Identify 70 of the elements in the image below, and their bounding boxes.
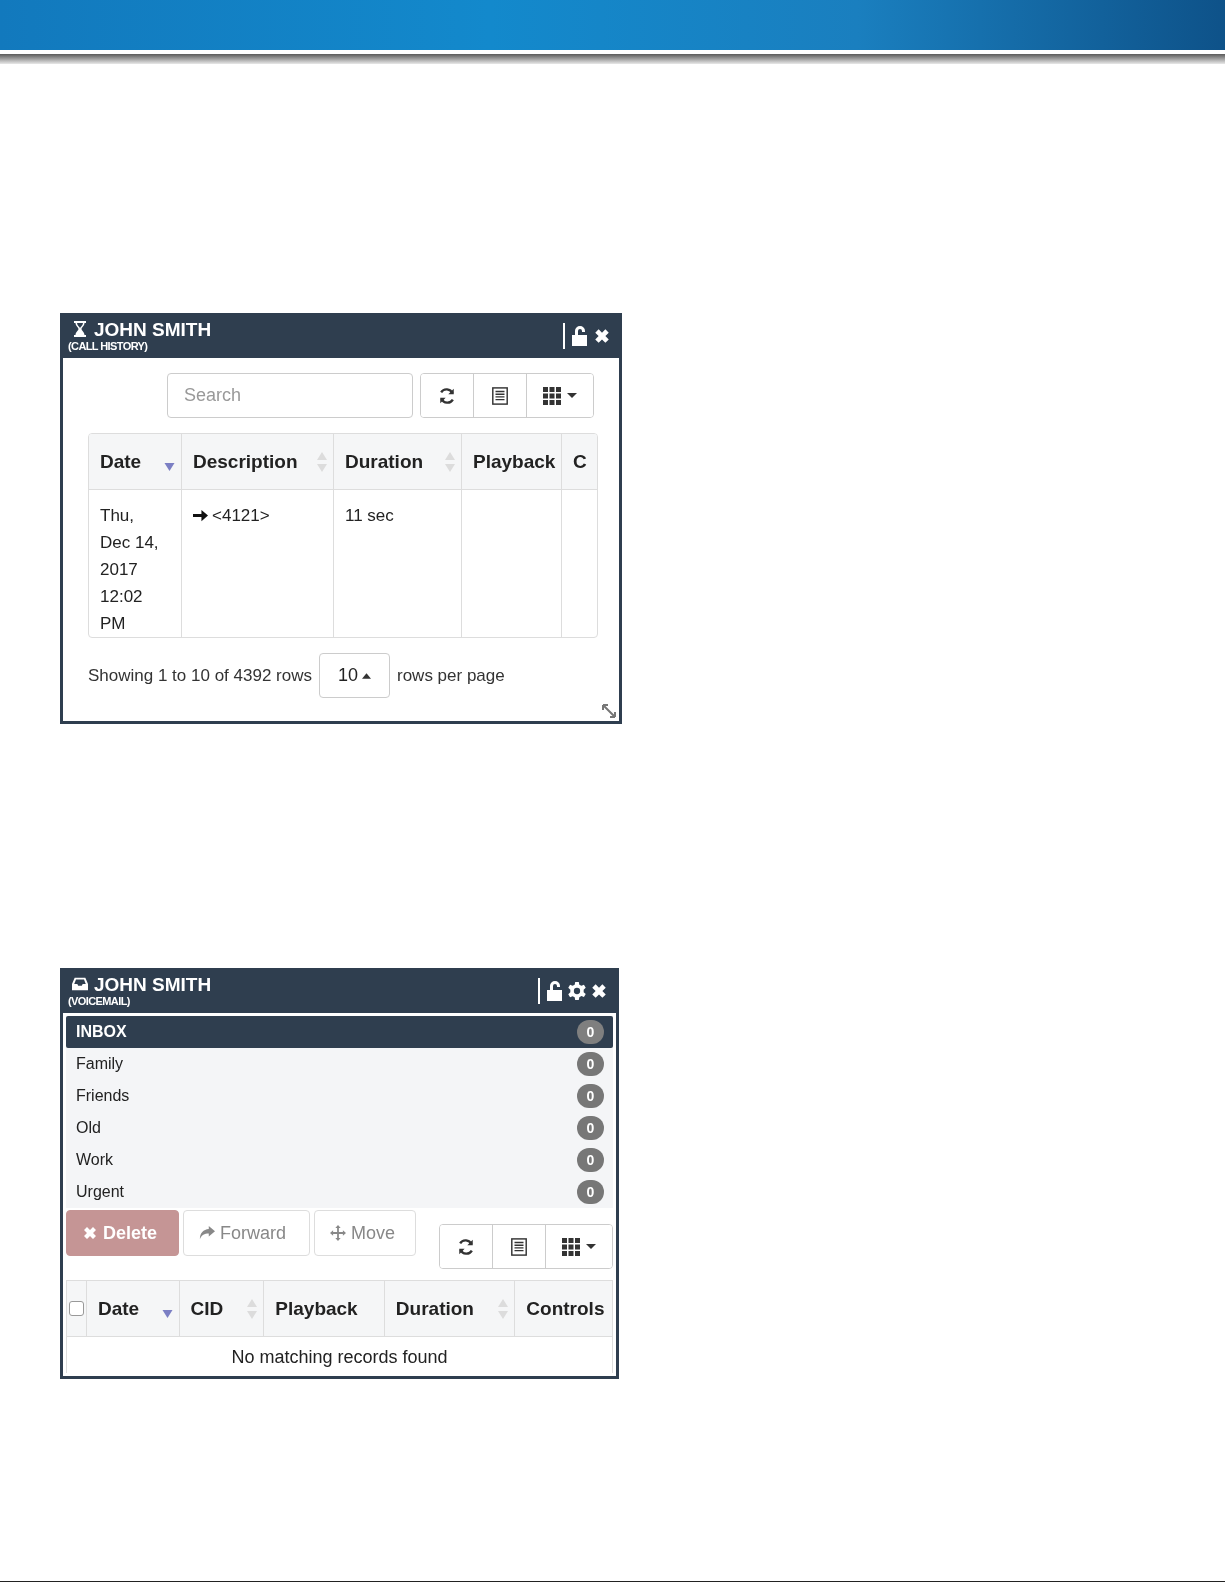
sort-icon: [247, 1298, 258, 1319]
folder-item[interactable]: Urgent 0: [66, 1176, 613, 1208]
folder-name: Family: [76, 1055, 124, 1073]
right-arrow-icon: [193, 508, 208, 523]
column-header[interactable]: Playback: [264, 1281, 385, 1336]
column-header[interactable]: Duration: [334, 434, 462, 489]
move-arrows-icon: [330, 1225, 346, 1241]
count-badge: 0: [577, 1116, 604, 1140]
folder-item[interactable]: Family 0: [66, 1048, 613, 1080]
list-icon: [510, 1237, 528, 1256]
column-header[interactable]: Description: [182, 434, 334, 489]
grid-icon: [562, 1237, 580, 1256]
inbox-tray-icon: [72, 976, 88, 992]
sort-icon: [317, 451, 327, 472]
widget-subtitle: (VOICEMAIL): [68, 994, 131, 1008]
move-button[interactable]: Move: [314, 1210, 416, 1256]
refresh-icon: [457, 1237, 475, 1256]
column-header[interactable]: CID: [179, 1281, 265, 1336]
resize-handle-icon[interactable]: [602, 704, 616, 718]
count-badge: 0: [577, 1148, 604, 1172]
grid-icon: [543, 386, 561, 405]
folder-name: Urgent: [76, 1183, 125, 1201]
column-header[interactable]: Date: [86, 1281, 180, 1336]
count-badge: 0: [577, 1052, 604, 1076]
share-arrow-icon: [199, 1225, 215, 1241]
caret-icon: [567, 392, 577, 399]
list-icon: [491, 386, 509, 405]
column-header[interactable]: Playback: [462, 434, 562, 489]
folder-item[interactable]: Friends 0: [66, 1080, 613, 1112]
count-badge: 0: [577, 1020, 604, 1044]
refresh-button[interactable]: [421, 374, 474, 417]
folder-name: Friends: [76, 1087, 130, 1105]
rows-per-page-label: rows per page: [397, 665, 505, 686]
empty-message: No matching records found: [231, 1347, 448, 1367]
close-icon: [82, 1225, 98, 1241]
folder-item[interactable]: INBOX 0: [66, 1016, 613, 1048]
sort-descending-icon: [161, 1309, 173, 1318]
count-badge: 0: [577, 1084, 604, 1108]
table-cell: 11 sec: [345, 506, 394, 525]
folder-item[interactable]: Old 0: [66, 1112, 613, 1144]
hourglass-icon: [72, 321, 88, 337]
column-header[interactable]: Controls: [515, 1281, 612, 1336]
pagination-info: Showing 1 to 10 of 4392 rows: [88, 665, 312, 686]
forward-button[interactable]: Forward: [183, 1210, 310, 1256]
widget-subtitle: (CALL HISTORY): [68, 339, 149, 353]
sort-descending-icon: [164, 462, 175, 471]
page-size-dropdown[interactable]: 10: [319, 653, 390, 698]
folder-name: Work: [76, 1151, 114, 1169]
folder-name: Old: [76, 1119, 101, 1137]
folder-name: INBOX: [76, 1023, 127, 1041]
folder-item[interactable]: Work 0: [66, 1144, 613, 1176]
caret-icon: [586, 1243, 596, 1250]
sort-icon: [498, 1298, 509, 1319]
search-field[interactable]: Search: [167, 373, 413, 418]
settings-icon[interactable]: [568, 980, 586, 1001]
column-header[interactable]: C: [562, 434, 595, 489]
table-cell-text: <4121>: [212, 505, 270, 527]
column-header[interactable]: Date: [89, 434, 182, 489]
widget-title: JOHN SMITH: [94, 318, 212, 340]
refresh-icon: [438, 386, 456, 405]
widget-title: JOHN SMITH: [94, 973, 212, 995]
sort-icon: [445, 451, 455, 472]
unlocked-padlock-icon[interactable]: [546, 980, 564, 1001]
count-badge: 0: [577, 1180, 604, 1204]
select-all-checkbox[interactable]: [69, 1301, 84, 1316]
refresh-button[interactable]: [440, 1225, 493, 1268]
caret-icon: [362, 672, 371, 679]
column-header[interactable]: Duration: [384, 1281, 516, 1336]
unlocked-padlock-icon[interactable]: [571, 325, 589, 346]
table-cell-text: Thu, Dec 14, 2017 12:02 PM: [100, 505, 160, 635]
